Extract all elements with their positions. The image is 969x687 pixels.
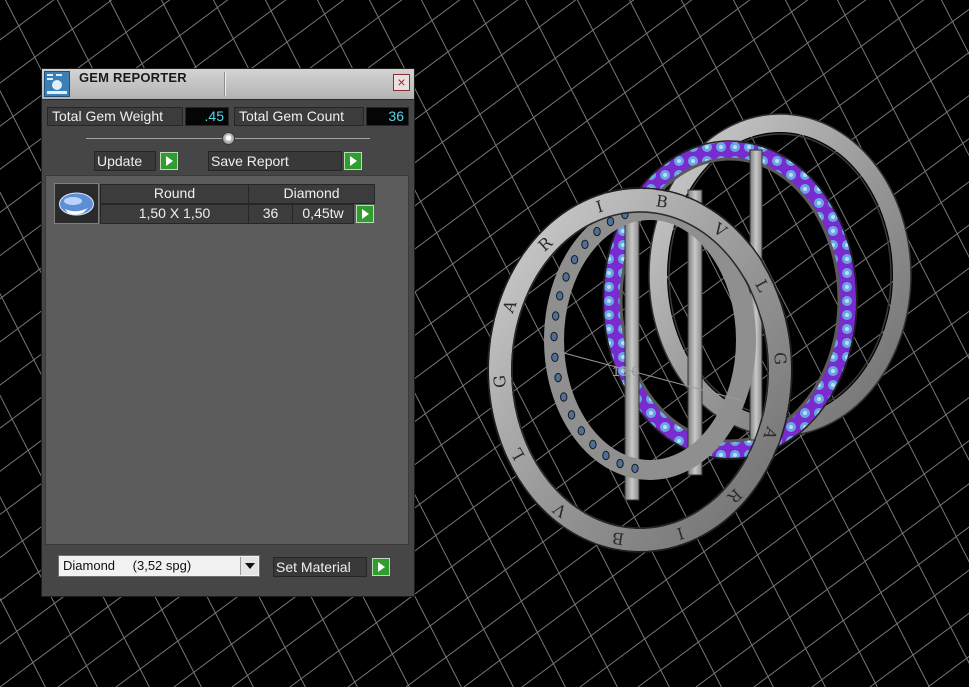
gem-hole xyxy=(554,372,562,383)
go-arrow-icon[interactable] xyxy=(344,152,362,170)
gem-hole xyxy=(593,226,601,237)
gem-list: Round Diamond 1,50 X 1,50 36 0,45tw xyxy=(45,175,409,545)
go-arrow-icon[interactable] xyxy=(372,558,390,576)
support-bar xyxy=(624,199,640,501)
material-density: (3,52 spg) xyxy=(132,558,192,573)
close-icon[interactable]: × xyxy=(393,74,410,91)
gem-material-cell: Diamond xyxy=(248,184,375,204)
update-button-label: Update xyxy=(97,153,143,169)
save-report-button-label: Save Report xyxy=(211,153,289,169)
grid-line xyxy=(420,0,774,687)
gem-hole xyxy=(560,392,568,402)
go-arrow-icon[interactable] xyxy=(356,205,374,223)
title-divider xyxy=(224,72,225,96)
gem-hole xyxy=(550,331,558,342)
gem-hole xyxy=(616,458,624,469)
engraving-letter: G xyxy=(770,352,790,366)
grid-line xyxy=(927,655,969,687)
total-gem-count-value: 36 xyxy=(366,107,409,126)
gem-hole xyxy=(606,216,615,227)
gem-weight-cell: 0,45tw xyxy=(292,204,354,224)
gem-size-cell: 1,50 X 1,50 xyxy=(100,204,249,224)
grid-line xyxy=(576,0,930,687)
gem-hole xyxy=(589,439,597,450)
title-bar[interactable]: GEM REPORTER × xyxy=(42,69,414,100)
gem-count-cell: 36 xyxy=(248,204,293,224)
set-material-button[interactable]: Set Material xyxy=(273,557,367,577)
gem-reporter-panel: GEM REPORTER × Total Gem Weight .45 Tota… xyxy=(41,68,415,597)
total-gem-weight-value: .45 xyxy=(185,107,229,126)
update-button[interactable]: Update xyxy=(94,151,156,171)
ring-model[interactable]: BVLGARIBVLGARI 13,0 xyxy=(487,113,912,553)
gem-hole xyxy=(551,352,559,363)
set-material-button-label: Set Material xyxy=(276,559,351,575)
gem-hole xyxy=(555,291,564,301)
gem-hole xyxy=(567,410,576,420)
gem-hole xyxy=(551,311,560,321)
gem-hole xyxy=(570,254,579,265)
save-report-button[interactable]: Save Report xyxy=(208,151,342,171)
gem-hole xyxy=(581,239,589,250)
grid-line xyxy=(0,0,24,687)
gem-hole xyxy=(631,463,639,474)
go-arrow-icon[interactable] xyxy=(160,152,178,170)
gem-hole xyxy=(602,450,610,461)
measure-line xyxy=(559,351,741,401)
engraving-letter: G xyxy=(490,374,510,388)
material-name: Diamond xyxy=(63,558,116,573)
gem-hole xyxy=(562,272,570,282)
window-title: GEM REPORTER xyxy=(79,70,187,85)
material-dropdown[interactable]: Diamond (3,52 spg) xyxy=(58,555,260,577)
slider-knob[interactable] xyxy=(222,132,235,145)
measure-label: 13,0 xyxy=(612,363,639,379)
dropdown-arrow-icon[interactable] xyxy=(240,557,258,575)
app-icon xyxy=(44,71,70,97)
gem-hole xyxy=(577,426,586,436)
gem-round-icon xyxy=(54,183,99,224)
grid-line xyxy=(732,0,969,461)
total-gem-weight-label: Total Gem Weight xyxy=(47,107,183,126)
gem-shape-cell: Round xyxy=(100,184,249,204)
total-gem-count-label: Total Gem Count xyxy=(234,107,364,126)
